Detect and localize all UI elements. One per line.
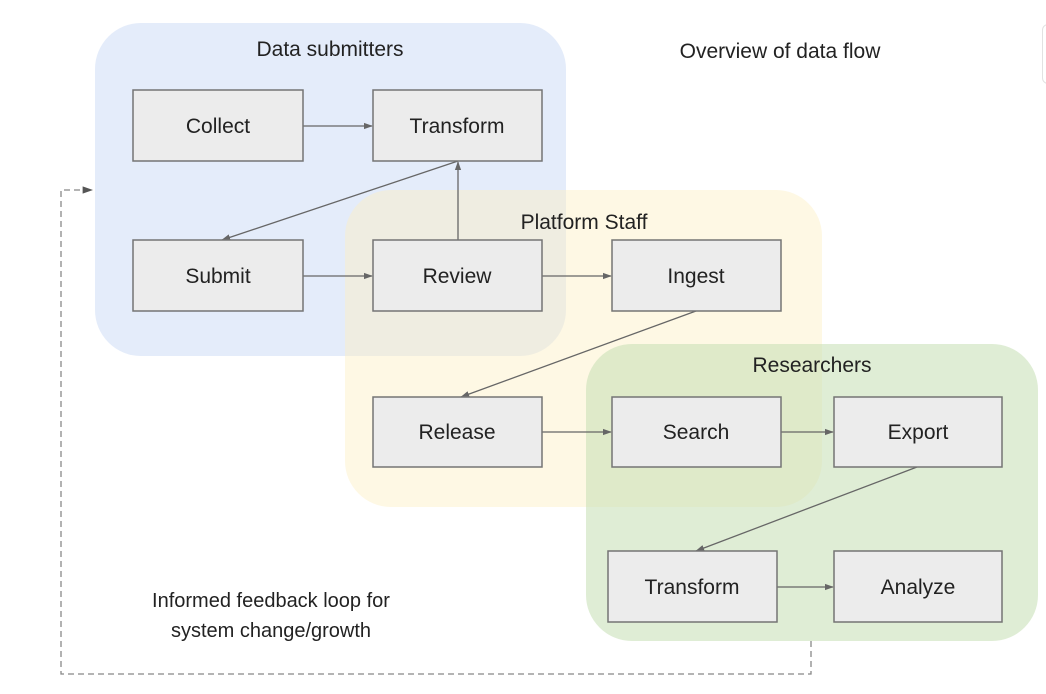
node-export[interactable]: Export [833, 396, 1003, 468]
node-collect[interactable]: Collect [132, 89, 304, 162]
data-flow-diagram: Data submitters Platform Staff Researche… [60, 23, 1038, 675]
diagram-title: Overview of data flow [680, 40, 882, 63]
feedback-note-line2: system change/growth [171, 620, 371, 642]
node-label: Release [418, 421, 495, 444]
group-label-data-submitters: Data submitters [256, 38, 403, 61]
node-label: Export [888, 421, 949, 444]
node-label: Transform [410, 115, 505, 138]
node-analyze[interactable]: Analyze [833, 550, 1003, 623]
node-label: Transform [645, 576, 740, 599]
node-release[interactable]: Release [372, 396, 543, 468]
node-submit[interactable]: Submit [132, 239, 304, 312]
node-search[interactable]: Search [611, 396, 782, 468]
node-label: Analyze [881, 576, 956, 599]
node-label: Submit [185, 265, 251, 288]
feedback-note-line1: Informed feedback loop for [152, 590, 390, 612]
group-label-researchers: Researchers [752, 354, 871, 377]
group-label-platform-staff: Platform Staff [521, 211, 648, 234]
node-transform-researcher[interactable]: Transform [607, 550, 778, 623]
node-label: Review [423, 265, 493, 288]
node-label: Collect [186, 115, 250, 138]
node-label: Ingest [667, 265, 724, 288]
node-ingest[interactable]: Ingest [611, 239, 782, 312]
node-label: Search [663, 421, 730, 444]
node-transform-submitter[interactable]: Transform [372, 89, 543, 162]
node-review[interactable]: Review [372, 239, 543, 312]
